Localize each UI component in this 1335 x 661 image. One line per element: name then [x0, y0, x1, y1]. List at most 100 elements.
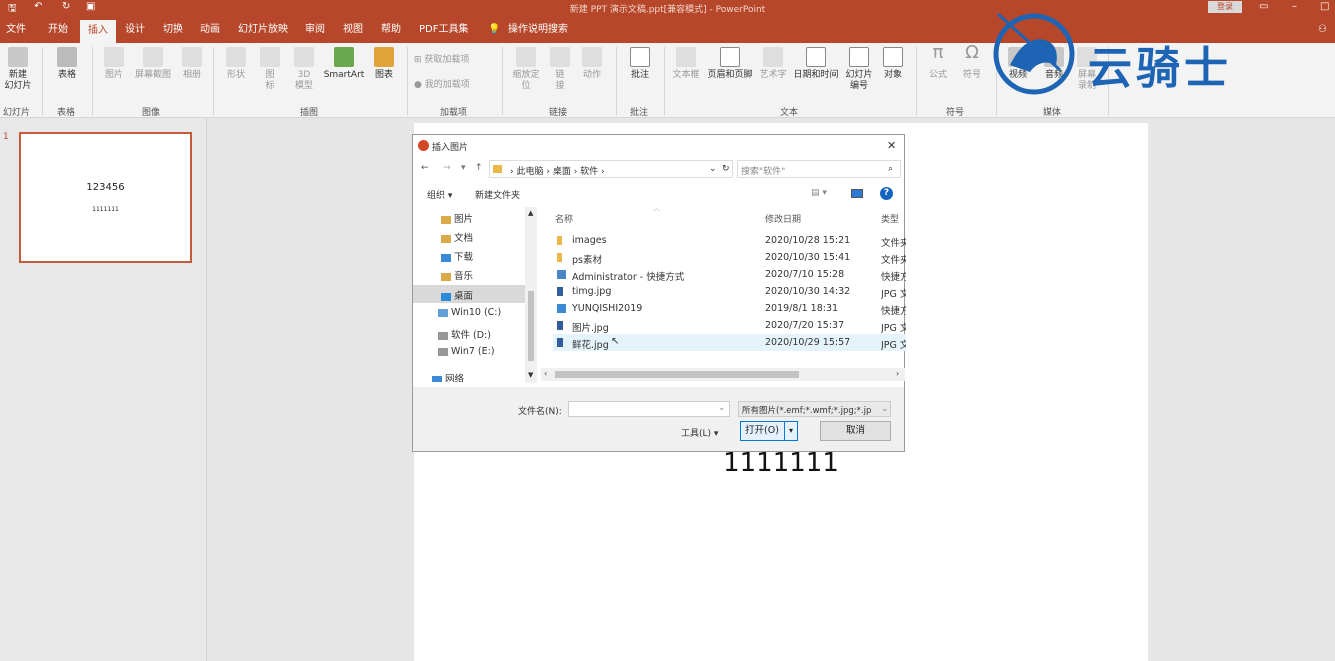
address-dropdown-icon[interactable]: ⌄: [709, 164, 717, 174]
nav-scrollbar[interactable]: ▲ ▼: [525, 207, 537, 383]
view-options-icon[interactable]: ▤ ▾: [811, 188, 827, 198]
nav-item-drive-e[interactable]: Win7 (E:): [438, 346, 495, 357]
breadcrumb-item[interactable]: 此电脑: [516, 167, 543, 177]
picture-icon: [104, 47, 124, 67]
scroll-left-icon[interactable]: ‹: [544, 369, 547, 378]
help-icon[interactable]: ?: [880, 187, 893, 200]
file-type-dropdown-icon[interactable]: ⌄: [881, 404, 889, 414]
get-addins-button[interactable]: ⊞ 获取加载项: [414, 55, 469, 66]
tab-transitions[interactable]: 切换: [163, 17, 183, 43]
close-icon[interactable]: ✕: [887, 139, 896, 152]
file-list-hscrollbar[interactable]: ‹ ›: [541, 368, 905, 381]
textbox-button[interactable]: 文本框: [670, 47, 702, 81]
tab-home[interactable]: 开始: [48, 17, 68, 43]
zoom-button[interactable]: 缩放定 位: [508, 47, 544, 92]
slide-thumbnail[interactable]: 123456 1111111: [19, 132, 192, 263]
column-header-name[interactable]: 名称: [555, 212, 573, 225]
my-addins-button[interactable]: ● 我的加载项: [414, 80, 470, 91]
action-button[interactable]: 动作: [578, 47, 606, 81]
nav-item-drive-c[interactable]: Win10 (C:): [438, 307, 501, 318]
comment-button[interactable]: 批注: [624, 47, 656, 81]
breadcrumb-item[interactable]: 软件: [580, 167, 598, 177]
pictures-folder-icon: [441, 215, 451, 224]
up-icon[interactable]: ↑: [475, 163, 483, 173]
picture-button[interactable]: 图片: [100, 47, 128, 81]
organize-button[interactable]: 组织 ▾: [427, 188, 452, 201]
file-row[interactable]: ps素材 2020/10/30 15:41 文件夹: [553, 249, 906, 266]
tools-button[interactable]: 工具(L) ▾: [681, 426, 718, 439]
symbol-button[interactable]: Ω 符号: [958, 44, 986, 81]
nav-item-documents[interactable]: 文档: [441, 230, 473, 244]
file-row[interactable]: images 2020/10/28 15:21 文件夹: [553, 232, 906, 249]
shapes-button[interactable]: 形状: [222, 47, 250, 81]
slide-number-button[interactable]: 幻灯片 编号: [843, 47, 875, 92]
tell-me-search[interactable]: 操作说明搜索: [508, 17, 568, 43]
maximize-icon[interactable]: □: [1320, 1, 1329, 12]
wordart-button[interactable]: 艺术字: [758, 47, 788, 81]
equation-button[interactable]: π 公式: [924, 44, 952, 81]
tab-review[interactable]: 审阅: [305, 17, 325, 43]
nav-item-network[interactable]: 网络: [432, 371, 464, 382]
nav-item-music[interactable]: 音乐: [441, 268, 473, 282]
file-row[interactable]: 图片.jpg 2020/7/20 15:37 JPG 文件: [553, 317, 906, 334]
smartart-button[interactable]: SmartArt: [322, 47, 366, 81]
refresh-icon[interactable]: ↻: [722, 164, 730, 174]
recent-dropdown-icon[interactable]: ▾: [461, 163, 466, 173]
screenshot-button[interactable]: 屏幕截图: [132, 47, 174, 81]
nav-item-desktop[interactable]: 桌面: [441, 288, 473, 302]
column-header-date[interactable]: 修改日期: [765, 212, 801, 225]
back-icon[interactable]: ←: [421, 163, 429, 173]
scroll-up-icon[interactable]: ▲: [528, 209, 533, 217]
address-bar[interactable]: › 此电脑 › 桌面 › 软件 › ⌄ ↻: [489, 160, 733, 178]
datetime-button[interactable]: 日期和时间: [791, 47, 841, 81]
column-header-type[interactable]: 类型: [881, 212, 899, 225]
file-row-selected[interactable]: 鲜花.jpg ↖ 2020/10/29 15:57 JPG 文件: [553, 334, 906, 351]
scroll-right-icon[interactable]: ›: [896, 369, 899, 378]
nav-item-downloads[interactable]: 下载: [441, 249, 473, 263]
tab-design[interactable]: 设计: [125, 17, 145, 43]
new-slide-button[interactable]: 新建 幻灯片: [2, 47, 34, 92]
forward-icon[interactable]: →: [443, 163, 451, 173]
open-button[interactable]: 打开(O) ▾: [740, 421, 798, 441]
table-button[interactable]: 表格: [50, 47, 84, 81]
cancel-button[interactable]: 取消: [820, 421, 891, 441]
3d-model-button[interactable]: 3D 模型: [290, 47, 318, 92]
cube-icon: [294, 47, 314, 67]
tab-file[interactable]: 文件: [6, 17, 26, 43]
header-footer-button[interactable]: 页眉和页脚: [705, 47, 755, 81]
tab-slideshow[interactable]: 幻灯片放映: [238, 17, 288, 43]
chart-button[interactable]: 图表: [370, 47, 398, 81]
filename-input[interactable]: ⌄: [568, 401, 730, 417]
nav-item-pictures[interactable]: 图片: [441, 211, 473, 225]
hscrollbar-thumb[interactable]: [555, 371, 799, 378]
tab-animations[interactable]: 动画: [200, 17, 220, 43]
file-row[interactable]: Administrator - 快捷方式 2020/7/10 15:28 快捷方…: [553, 266, 906, 283]
nav-item-drive-d[interactable]: 软件 (D:): [438, 327, 491, 341]
share-icon[interactable]: ⚇: [1318, 17, 1327, 43]
scroll-down-icon[interactable]: ▼: [528, 371, 533, 379]
link-button[interactable]: 链 接: [548, 47, 572, 92]
icons-button[interactable]: 图 标: [256, 47, 284, 92]
nav-scrollbar-thumb[interactable]: [528, 291, 534, 361]
downloads-folder-icon: [441, 253, 451, 262]
tab-view[interactable]: 视图: [343, 17, 363, 43]
file-type: JPG 文件: [881, 340, 906, 351]
search-box[interactable]: 搜索"软件" ⌕: [737, 160, 901, 178]
tab-pdf-tools[interactable]: PDF工具集: [419, 17, 468, 43]
minimize-icon[interactable]: –: [1292, 1, 1297, 12]
file-type-select[interactable]: 所有图片(*.emf;*.wmf;*.jpg;*.jp ⌄: [738, 401, 891, 417]
preview-pane-icon[interactable]: [851, 189, 863, 198]
tab-help[interactable]: 帮助: [381, 17, 401, 43]
file-row[interactable]: timg.jpg 2020/10/30 14:32 JPG 文件: [553, 283, 906, 300]
tab-insert[interactable]: 插入: [80, 20, 116, 43]
slide-text[interactable]: 1111111: [414, 448, 1148, 478]
open-dropdown-icon[interactable]: ▾: [784, 422, 797, 440]
file-row[interactable]: YUNQISHI2019 2019/8/1 18:31 快捷方式: [553, 300, 906, 317]
search-input[interactable]: 搜索"软件": [741, 164, 785, 177]
new-folder-button[interactable]: 新建文件夹: [475, 188, 520, 201]
breadcrumb-item[interactable]: 桌面: [553, 167, 571, 177]
object-button[interactable]: 对象: [880, 47, 906, 81]
search-icon[interactable]: ⌕: [888, 164, 893, 174]
filename-dropdown-icon[interactable]: ⌄: [718, 403, 726, 413]
album-button[interactable]: 相册: [178, 47, 206, 81]
